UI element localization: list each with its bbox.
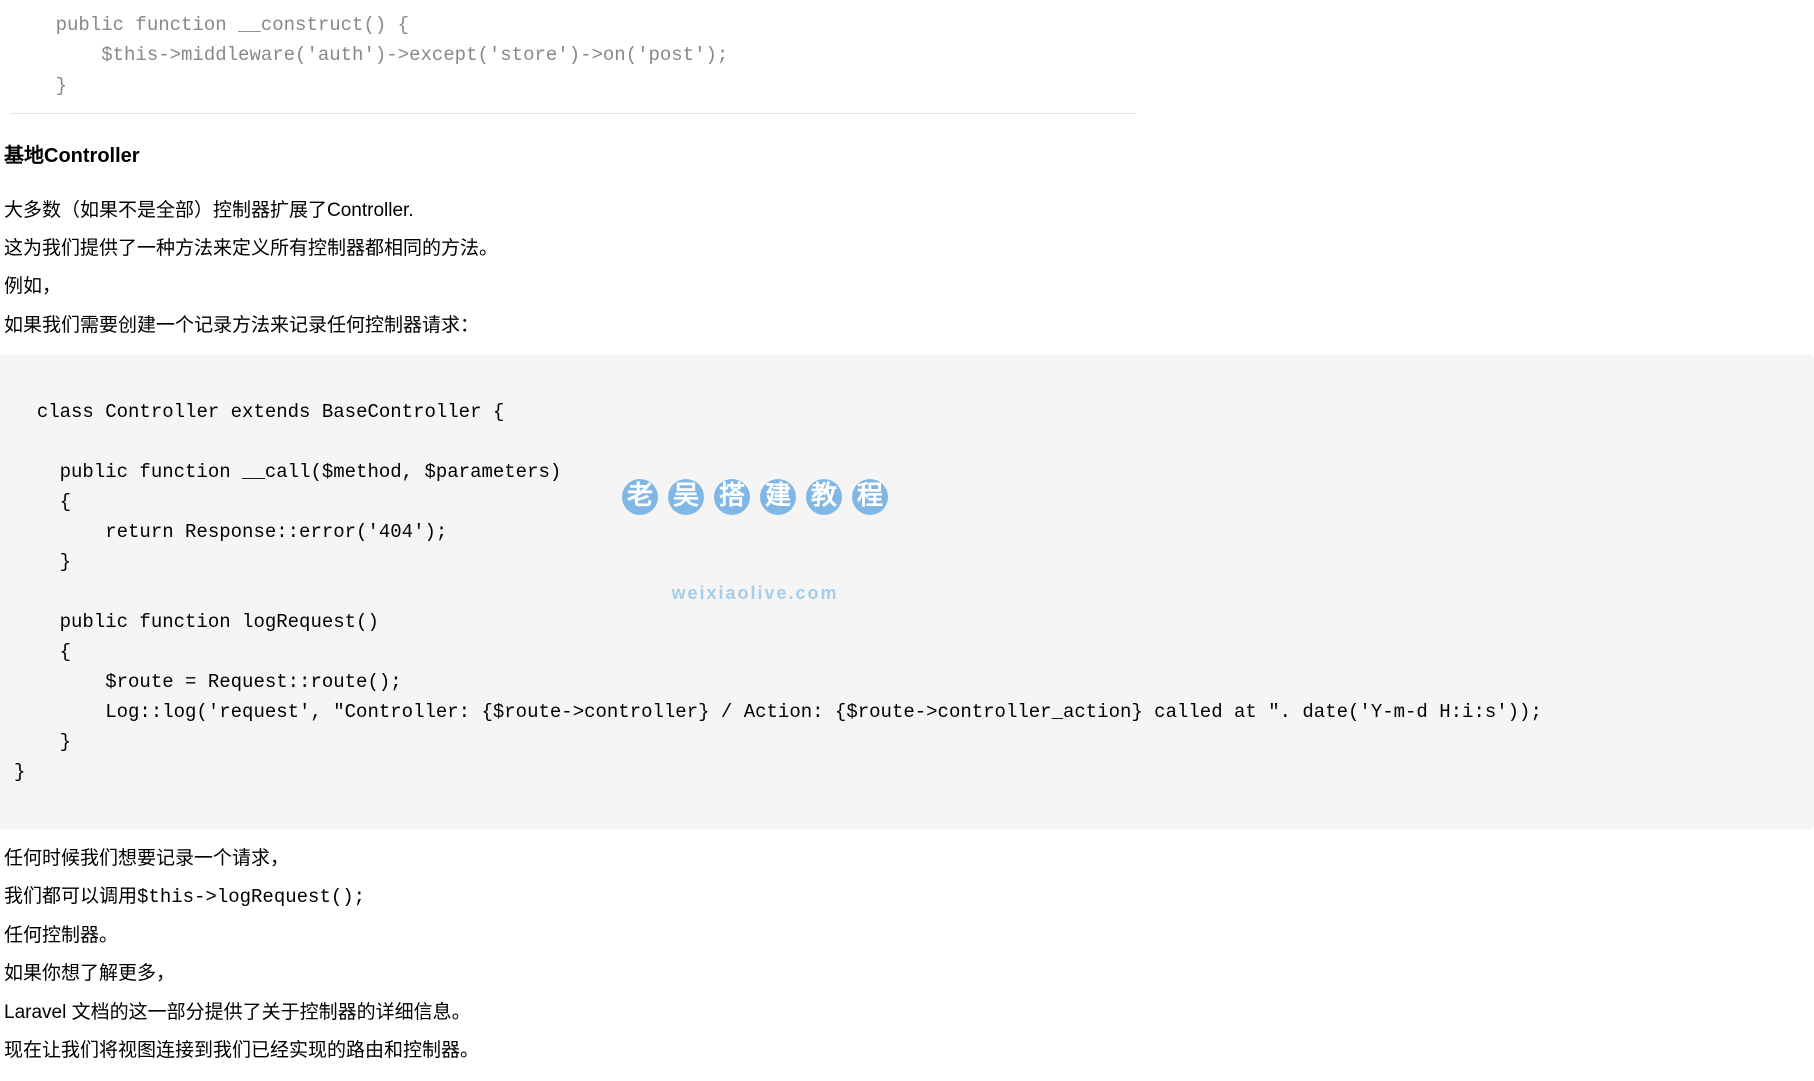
paragraph-9: Laravel 文档的这一部分提供了关于控制器的详细信息。: [4, 995, 1814, 1030]
heading-base-controller: 基地Controller: [4, 139, 1814, 173]
watermark-char: 老: [622, 479, 658, 515]
watermark-url: weixiaolive.com: [622, 579, 888, 607]
paragraph-1: 大多数（如果不是全部）控制器扩展了Controller.: [4, 193, 1814, 228]
paragraph-8: 如果你想了解更多，: [4, 956, 1814, 991]
watermark-char: 程: [852, 479, 888, 515]
watermark-char: 搭: [714, 479, 750, 515]
paragraph-2: 这为我们提供了一种方法来定义所有控制器都相同的方法。: [4, 231, 1814, 266]
code-block-controller-class: class Controller extends BaseController …: [0, 355, 1814, 829]
code-block-construct: public function __construct() { $this->m…: [10, 10, 1135, 114]
watermark-char: 教: [806, 479, 842, 515]
paragraph-4: 如果我们需要创建一个记录方法来记录任何控制器请求：: [4, 308, 1814, 343]
watermark-char: 吴: [668, 479, 704, 515]
watermark: 老 吴 搭 建 教 程 weixiaolive.com: [622, 419, 888, 668]
paragraph-6: 我们都可以调用$this->logRequest();: [4, 879, 1814, 915]
paragraph-3: 例如，: [4, 269, 1814, 304]
inline-code-logrequest: $this->logRequest();: [137, 886, 365, 908]
paragraph-6-prefix: 我们都可以调用: [4, 886, 137, 907]
watermark-chinese: 老 吴 搭 建 教 程: [622, 479, 888, 515]
paragraph-5: 任何时候我们想要记录一个请求，: [4, 841, 1814, 876]
watermark-char: 建: [760, 479, 796, 515]
code-content: class Controller extends BaseController …: [14, 401, 1542, 783]
paragraph-7: 任何控制器。: [4, 918, 1814, 953]
paragraph-10: 现在让我们将视图连接到我们已经实现的路由和控制器。: [4, 1033, 1814, 1068]
